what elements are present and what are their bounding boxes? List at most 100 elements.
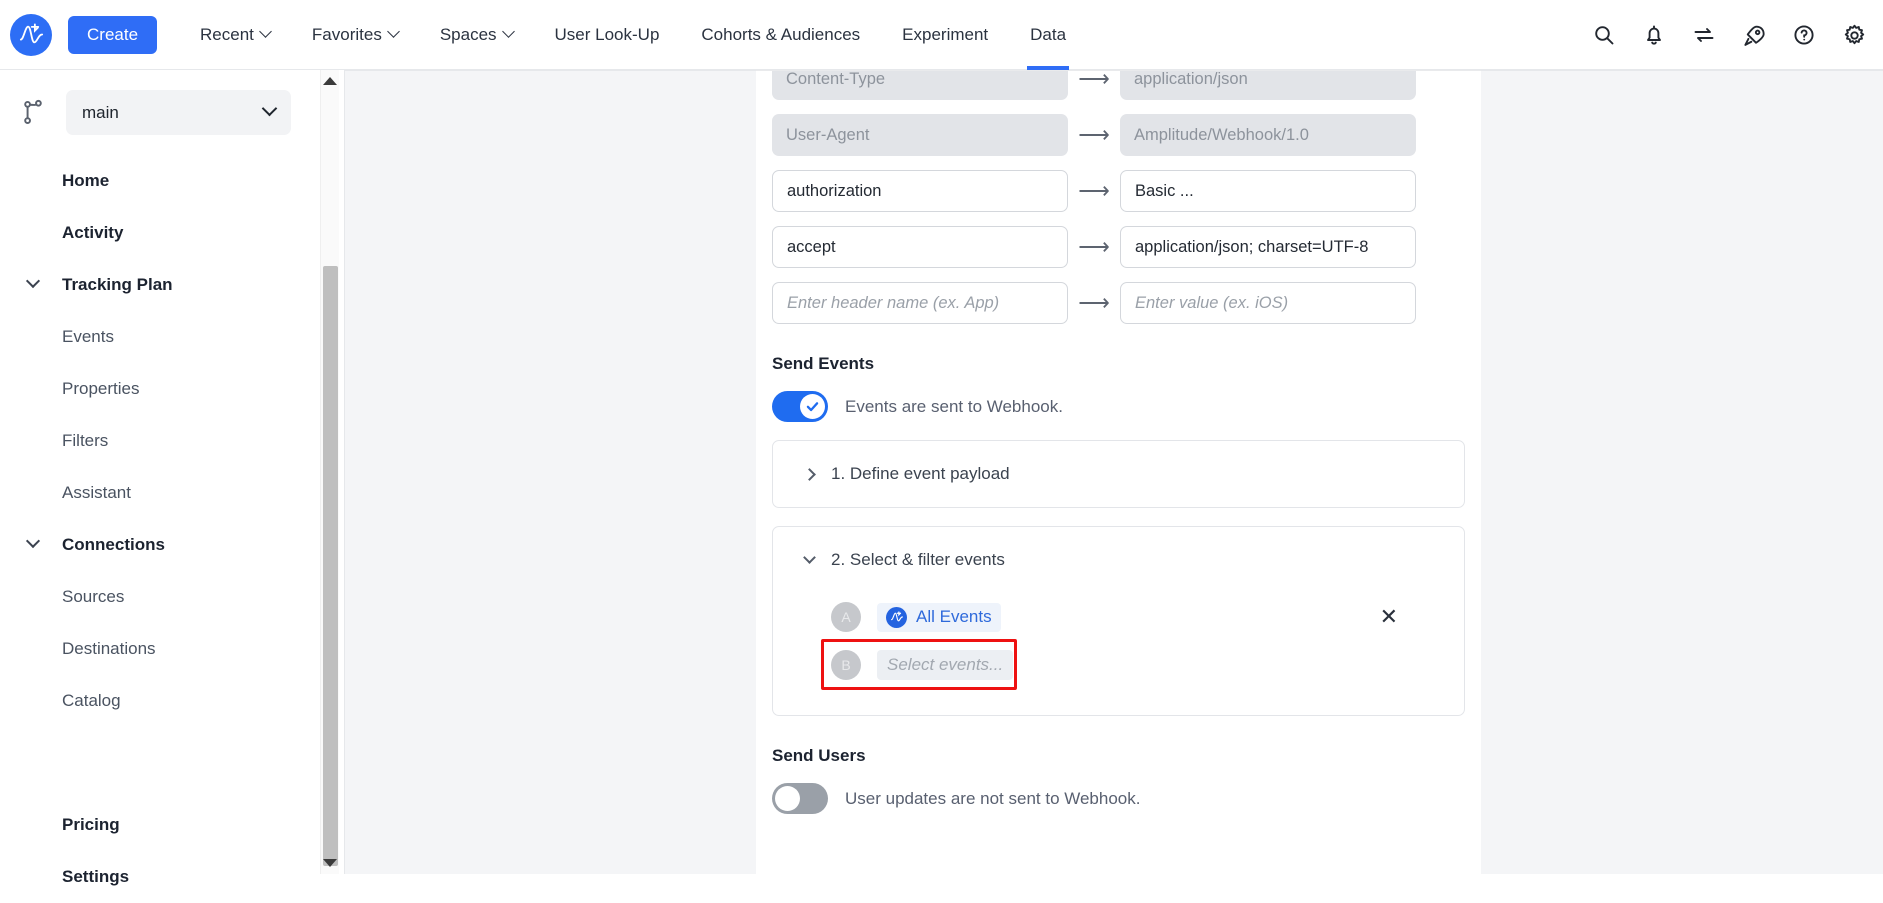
header-value-input: application/json [1120, 71, 1416, 100]
chevron-down-icon[interactable] [25, 533, 41, 549]
sidebar-label-home: Home [62, 171, 110, 190]
sidebar-label-catalog: Catalog [62, 691, 121, 710]
scroll-down-arrow-icon[interactable] [323, 859, 337, 867]
branch-value: main [82, 102, 119, 122]
header-value-input: Amplitude/Webhook/1.0 [1120, 114, 1416, 156]
arrow-right-icon: ⟶ [1078, 178, 1110, 203]
sidebar-item-activity[interactable]: Activity [0, 207, 344, 259]
nav-item-cohorts-audiences[interactable]: Cohorts & Audiences [680, 0, 881, 70]
send-events-title: Send Events [772, 354, 875, 373]
all-events-label: All Events [916, 607, 992, 626]
sidebar-label-connections: Connections [62, 535, 165, 554]
left-sidebar: main Home Activity Tracking Plan Events … [0, 70, 345, 886]
send-users-title: Send Users [772, 746, 866, 765]
nav-item-recent[interactable]: Recent [179, 0, 291, 70]
bell-icon[interactable] [1641, 22, 1667, 48]
sidebar-label-activity: Activity [62, 223, 124, 242]
sidebar-item-events[interactable]: Events [0, 311, 344, 363]
arrow-right-icon: ⟶ [1078, 122, 1110, 147]
rocket-icon[interactable] [1741, 22, 1767, 48]
sidebar-label-destinations: Destinations [62, 639, 156, 658]
event-selector-row-a: A All Events ✕ [773, 593, 1464, 641]
event-row-badge: A [831, 602, 861, 632]
page-background-left [345, 70, 756, 874]
sidebar-item-sources[interactable]: Sources [0, 571, 344, 623]
scrollbar-thumb[interactable] [323, 266, 338, 866]
header-value-input[interactable]: application/json; charset=UTF-8 [1120, 226, 1416, 268]
sidebar-label-filters: Filters [62, 431, 109, 450]
top-bar-icons [1591, 0, 1867, 70]
arrow-right-icon: ⟶ [1078, 234, 1110, 259]
amplitude-logo[interactable] [10, 13, 52, 56]
new-header-key-input[interactable]: Enter header name (ex. App) [772, 282, 1068, 324]
sidebar-item-pricing[interactable]: Pricing [0, 799, 344, 851]
define-event-payload-card: 1. Define event payload [772, 440, 1465, 508]
help-circle-icon[interactable] [1791, 22, 1817, 48]
sidebar-item-settings[interactable]: Settings [0, 851, 344, 903]
nav-label-data: Data [1030, 24, 1067, 44]
send-users-toggle-label: User updates are not sent to Webhook. [845, 788, 1141, 808]
chevron-down-icon [501, 25, 515, 38]
sidebar-item-filters[interactable]: Filters [0, 415, 344, 467]
send-users-toggle-row: User updates are not sent to Webhook. [772, 783, 1465, 814]
sidebar-item-properties[interactable]: Properties [0, 363, 344, 415]
primary-nav: Recent Favorites Spaces User Look-Up Coh… [179, 0, 1087, 70]
sidebar-nav-list: Home Activity Tracking Plan Events Prope… [0, 155, 344, 903]
sidebar-label-pricing: Pricing [62, 815, 120, 834]
nav-label-user-look-up: User Look-Up [554, 24, 660, 44]
amplitude-event-icon [886, 606, 907, 628]
sidebar-label-events: Events [62, 327, 114, 346]
header-row-new: Enter header name (ex. App) ⟶ Enter valu… [772, 282, 1465, 324]
sidebar-item-home[interactable]: Home [0, 155, 344, 207]
branch-dropdown[interactable]: main [66, 90, 291, 135]
header-row: User-Agent ⟶ Amplitude/Webhook/1.0 [772, 114, 1465, 156]
top-navigation-bar: Create Recent Favorites Spaces User Look… [0, 0, 1883, 70]
remove-event-selector-button[interactable]: ✕ [1380, 606, 1398, 628]
sidebar-label-sources: Sources [62, 587, 125, 606]
header-key-input: Content-Type [772, 71, 1068, 100]
search-icon[interactable] [1591, 22, 1617, 48]
new-header-value-input[interactable]: Enter value (ex. iOS) [1120, 282, 1416, 324]
sidebar-scrollbar[interactable] [320, 70, 339, 874]
header-key-input: User-Agent [772, 114, 1068, 156]
header-value-input[interactable]: Basic ... [1120, 170, 1416, 212]
panel-content: Content-Type ⟶ application/json User-Age… [756, 70, 1481, 814]
nav-item-favorites[interactable]: Favorites [291, 0, 419, 70]
nav-label-spaces: Spaces [439, 24, 497, 44]
header-key-input[interactable]: accept [772, 226, 1068, 268]
event-selector-row-b: B Select events... [773, 641, 1464, 689]
page-background-right [1481, 70, 1883, 874]
chevron-down-icon[interactable] [25, 273, 41, 289]
arrow-right-icon: ⟶ [1078, 70, 1110, 91]
sidebar-item-assistant[interactable]: Assistant [0, 467, 344, 519]
gear-icon[interactable] [1841, 22, 1867, 48]
all-events-chip[interactable]: All Events [877, 602, 1001, 632]
nav-item-user-look-up[interactable]: User Look-Up [534, 0, 681, 70]
nav-item-data[interactable]: Data [1009, 0, 1087, 70]
select-events-placeholder: Select events... [887, 655, 1004, 674]
chevron-down-icon [261, 100, 278, 117]
sidebar-item-catalog[interactable]: Catalog [0, 675, 344, 727]
send-events-toggle[interactable] [772, 391, 828, 422]
sidebar-item-tracking-plan[interactable]: Tracking Plan [0, 259, 344, 311]
chevron-down-icon [259, 25, 272, 38]
sidebar-item-destinations[interactable]: Destinations [0, 623, 344, 675]
header-row: Content-Type ⟶ application/json [772, 70, 1465, 100]
nav-item-spaces[interactable]: Spaces [419, 0, 534, 70]
define-event-payload-header[interactable]: 1. Define event payload [773, 441, 1464, 507]
send-users-toggle[interactable] [772, 783, 828, 814]
sidebar-label-assistant: Assistant [62, 483, 131, 502]
select-filter-events-card: 2. Select & filter events A All Events ✕… [772, 526, 1465, 716]
sidebar-item-connections[interactable]: Connections [0, 519, 344, 571]
header-key-input[interactable]: authorization [772, 170, 1068, 212]
sidebar-label-properties: Properties [62, 379, 140, 398]
swap-arrows-icon[interactable] [1691, 22, 1717, 48]
chevron-down-icon [803, 550, 816, 564]
chevron-right-icon [803, 467, 816, 481]
select-filter-events-header[interactable]: 2. Select & filter events [773, 527, 1464, 593]
create-button[interactable]: Create [68, 15, 158, 54]
scroll-up-arrow-icon[interactable] [323, 77, 337, 85]
select-events-chip[interactable]: Select events... [877, 650, 1014, 680]
nav-item-experiment[interactable]: Experiment [881, 0, 1009, 70]
